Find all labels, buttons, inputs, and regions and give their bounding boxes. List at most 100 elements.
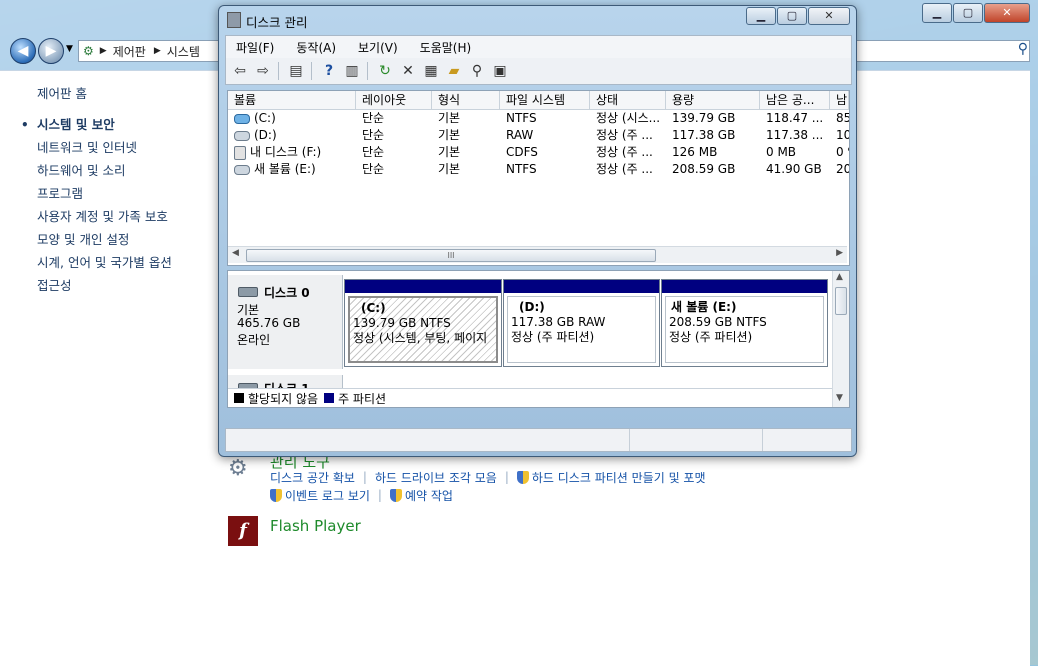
admin-tools-icon[interactable]: ⚙ (228, 456, 258, 486)
table-cell-type: 기본 (432, 161, 500, 178)
help-icon[interactable]: ? (320, 62, 338, 80)
sidebar-item-appearance[interactable]: 모양 및 개인 설정 (37, 232, 172, 255)
table-cell-text: 내 디스크 (F:) (250, 145, 322, 159)
sidebar-item-system-security[interactable]: 시스템 및 보안 (21, 117, 172, 140)
flash-player-title[interactable]: Flash Player (270, 517, 361, 535)
sidebar-item-user-accounts[interactable]: 사용자 계정 및 가족 보호 (37, 209, 172, 232)
column-header-type[interactable]: 형식 (432, 91, 500, 109)
minimize-button[interactable]: ▁ (746, 7, 776, 25)
settings-icon[interactable]: ▣ (491, 62, 509, 80)
sidebar-item-network[interactable]: 네트워크 및 인터넷 (37, 140, 172, 163)
partition-d-detail: 117.38 GB RAW (511, 315, 606, 329)
control-panel-sidebar: 제어판 홈 시스템 및 보안 네트워크 및 인터넷 하드웨어 및 소리 프로그램… (0, 70, 208, 666)
sidebar-item-clock-region[interactable]: 시계, 언어 및 국가별 옵션 (37, 255, 172, 278)
back-arrow-icon[interactable]: ⇦ (231, 62, 249, 80)
table-row[interactable]: 새 볼륨 (E:) 단순 기본 NTFS 정상 (주 ... 208.59 GB 41.90… (228, 161, 849, 178)
table-cell-status: 정상 (시스... (590, 110, 666, 127)
flash-player-icon[interactable]: f (228, 516, 258, 546)
create-format-partitions-link[interactable]: 하드 디스크 파티션 만들기 및 포맷 (532, 469, 706, 486)
volume-list-header: 볼륨 레이아웃 형식 파일 시스템 상태 용량 남은 공... 남 (228, 91, 849, 110)
back-button[interactable]: ◀ (10, 38, 36, 64)
scroll-up-icon[interactable]: ▲ (836, 272, 843, 282)
status-pane-3 (763, 429, 851, 451)
maximize-button[interactable]: ▢ (953, 3, 983, 23)
minimize-button[interactable]: ▁ (922, 3, 952, 23)
partition-c[interactable]: (C:) 139.79 GB NTFS 정상 (시스템, 부팅, 페이지 (344, 279, 502, 367)
disk-0-label-panel[interactable]: 디스크 0 기본 465.76 GB 온라인 (228, 275, 343, 369)
defragment-link[interactable]: 하드 드라이브 조각 모음 (375, 469, 497, 486)
breadcrumb-system[interactable]: 시스템 (167, 43, 200, 60)
scrollbar-thumb[interactable] (835, 287, 847, 315)
breadcrumb-control-panel[interactable]: 제어판 (113, 43, 146, 60)
table-cell-status: 정상 (주 ... (590, 127, 666, 144)
menu-file[interactable]: 파일(F) (236, 39, 274, 56)
vertical-scrollbar[interactable]: ▲ ▼ (832, 271, 849, 407)
table-row[interactable]: (C:) 단순 기본 NTFS 정상 (시스... 139.79 GB 118.47 ...… (228, 110, 849, 127)
horizontal-scrollbar[interactable]: ◀ III ▶ (228, 246, 847, 263)
legend-swatch-primary (324, 393, 335, 403)
delete-icon[interactable]: ✕ (399, 62, 417, 80)
forward-arrow-icon[interactable]: ⇨ (254, 62, 272, 80)
column-header-percent-free[interactable]: 남 (830, 91, 849, 109)
scroll-right-icon[interactable]: ▶ (836, 248, 843, 258)
table-cell-text: 기본 (438, 128, 461, 142)
hard-disk-icon (238, 287, 258, 297)
menu-view[interactable]: 보기(V) (358, 39, 398, 56)
disk-management-titlebar[interactable]: 디스크 관리 ▁ ▢ ✕ (219, 6, 856, 33)
partition-d-status: 정상 (주 파티션) (511, 330, 595, 344)
menu-action[interactable]: 동작(A) (296, 39, 336, 56)
table-cell-layout: 단순 (356, 110, 432, 127)
scroll-left-icon[interactable]: ◀ (232, 248, 239, 258)
column-header-free-space[interactable]: 남은 공... (760, 91, 830, 109)
column-header-volume[interactable]: 볼륨 (228, 91, 356, 109)
properties-icon[interactable]: ▦ (422, 62, 440, 80)
forward-button[interactable]: ▶ (38, 38, 64, 64)
console-tree-icon[interactable]: ▤ (287, 62, 305, 80)
free-disk-space-link[interactable]: 디스크 공간 확보 (270, 469, 355, 486)
column-header-filesystem[interactable]: 파일 시스템 (500, 91, 590, 109)
table-cell-text: 117.38 GB (672, 128, 736, 142)
drive-icon (234, 164, 250, 175)
search-icon[interactable]: ⚲ (1018, 41, 1028, 57)
breadcrumb-separator-icon: ▶ (99, 46, 107, 56)
sidebar-home-link[interactable]: 제어판 홈 (37, 83, 87, 102)
close-button[interactable]: ✕ (808, 7, 850, 25)
disk-0-state: 온라인 (237, 333, 271, 347)
sidebar-item-hardware[interactable]: 하드웨어 및 소리 (37, 163, 172, 186)
view-event-logs-link[interactable]: 이벤트 로그 보기 (285, 487, 370, 504)
table-cell-free: 118.47 ... (760, 110, 830, 127)
refresh-icon[interactable]: ↻ (376, 62, 394, 80)
legend: 할당되지 않음 주 파티션 (228, 388, 832, 407)
table-cell-text: 정상 (주 ... (596, 128, 653, 142)
table-cell-text: NTFS (506, 111, 537, 125)
schedule-tasks-link[interactable]: 예약 작업 (405, 487, 453, 504)
status-pane-2 (630, 429, 764, 451)
close-button[interactable]: ✕ (984, 3, 1030, 23)
table-cell-layout: 단순 (356, 144, 432, 161)
sidebar-item-programs[interactable]: 프로그램 (37, 186, 172, 209)
properties-pane-icon[interactable]: ▥ (343, 62, 361, 80)
table-row[interactable]: (D:) 단순 기본 RAW 정상 (주 ... 117.38 GB 117.38 ... 1… (228, 127, 849, 144)
table-cell-text: 118.47 ... (766, 111, 824, 125)
status-pane-1 (226, 429, 631, 451)
explore-icon[interactable]: ⚲ (468, 62, 486, 80)
menu-help[interactable]: 도움말(H) (420, 39, 472, 56)
column-header-capacity[interactable]: 용량 (666, 91, 760, 109)
partition-d[interactable]: (D:) 117.38 GB RAW 정상 (주 파티션) (503, 279, 660, 367)
sidebar-item-accessibility[interactable]: 접근성 (37, 278, 172, 301)
volume-list[interactable]: 볼륨 레이아웃 형식 파일 시스템 상태 용량 남은 공... 남 (C:) 단순… (227, 90, 850, 266)
table-cell-text: 정상 (시스... (596, 111, 661, 125)
partition-e-status: 정상 (주 파티션) (669, 330, 753, 344)
maximize-button[interactable]: ▢ (777, 7, 807, 25)
table-cell-text: RAW (506, 128, 534, 142)
scroll-down-icon[interactable]: ▼ (836, 393, 843, 403)
partition-e[interactable]: 새 볼륨 (E:) 208.59 GB NTFS 정상 (주 파티션) (661, 279, 828, 367)
table-cell-capacity: 126 MB (666, 144, 760, 161)
open-folder-icon[interactable]: ▰ (445, 62, 463, 80)
recent-pages-dropdown-icon[interactable]: ▼ (66, 44, 73, 54)
column-header-layout[interactable]: 레이아웃 (356, 91, 432, 109)
table-row[interactable]: 내 디스크 (F:) 단순 기본 CDFS 정상 (주 ... 126 MB 0 MB 0 % (228, 144, 849, 161)
table-cell-pct: 20 (830, 161, 849, 178)
column-header-status[interactable]: 상태 (590, 91, 666, 109)
scrollbar-thumb[interactable]: III (246, 249, 656, 262)
